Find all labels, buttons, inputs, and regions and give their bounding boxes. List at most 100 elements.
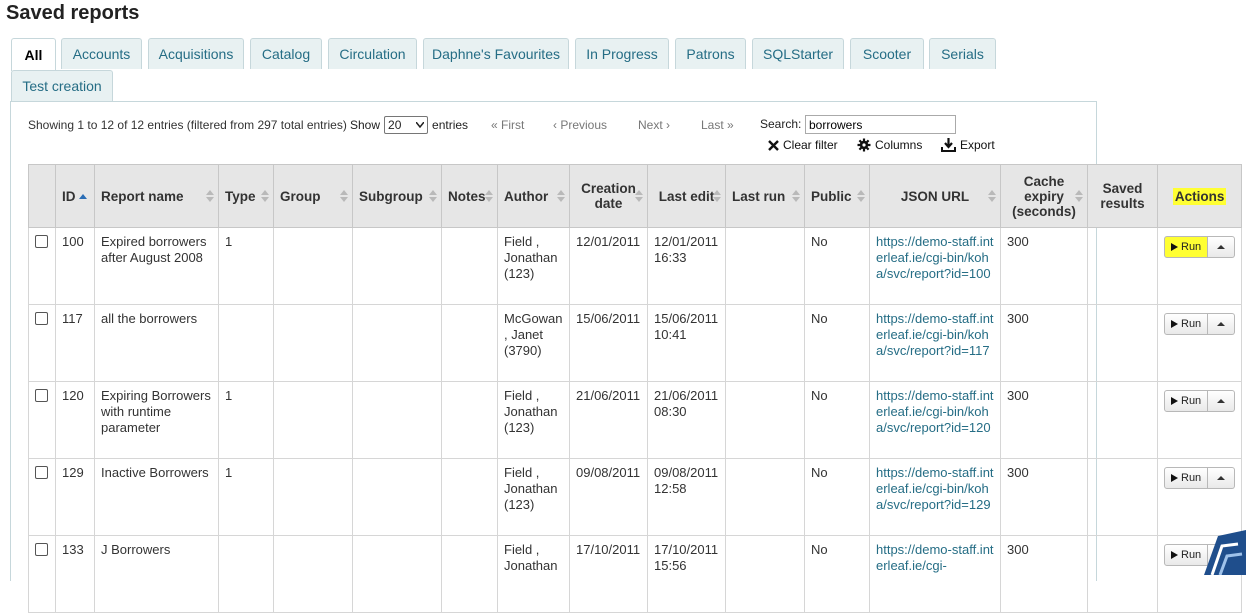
json-url-link[interactable]: https://demo-staff.interleaf.ie/cgi-bin/… [876,311,994,358]
sort-ascending-icon [78,193,87,199]
column-header-report-name[interactable]: Report name [94,164,219,228]
last-run-cell [725,535,805,613]
row-checkbox[interactable] [35,389,48,402]
column-header-json-url[interactable]: JSON URL [869,164,1001,228]
tab-all[interactable]: All [11,38,56,71]
column-label: Author [504,188,549,204]
run-button-group: Run [1164,236,1236,258]
column-header-last-edit[interactable]: Last edit [647,164,726,228]
pager-previous[interactable]: ‹ Previous [553,118,607,132]
saved-results-cell [1087,304,1158,382]
last-edit-cell: 17/10/2011 15:56 [647,535,726,613]
tab-scooter[interactable]: Scooter [850,38,924,69]
type-cell: 1 [218,227,274,305]
tab-serials[interactable]: Serials [929,38,996,69]
json-url-link[interactable]: https://demo-staff.interleaf.ie/cgi-bin/… [876,465,994,512]
page-title: Saved reports [6,2,140,24]
notes-cell [441,304,498,382]
cache-expiry-cell: 300 [1000,381,1088,459]
tab-circulation[interactable]: Circulation [328,38,417,69]
pager-last[interactable]: Last » [701,118,734,132]
column-header-type[interactable]: Type [218,164,274,228]
tab-patrons[interactable]: Patrons [675,38,746,69]
caret-up-icon [1217,245,1226,249]
columns-button[interactable]: Columns [857,138,922,152]
json-url-link[interactable]: https://demo-staff.interleaf.ie/cgi- [876,542,994,573]
pager-next[interactable]: Next › [638,118,670,132]
column-label: Subgroup [359,188,423,204]
column-header-id[interactable]: ID [55,164,95,228]
cache-expiry-cell: 300 [1000,227,1088,305]
run-options-toggle[interactable] [1208,236,1236,258]
run-options-toggle[interactable] [1208,467,1236,489]
row-checkbox[interactable] [35,543,48,556]
run-button[interactable]: Run [1164,313,1209,335]
row-checkbox[interactable] [35,466,48,479]
last-run-cell [725,458,805,536]
creation-date-cell: 15/06/2011 [569,304,648,382]
json-url-cell: https://demo-staff.interleaf.ie/cgi-bin/… [869,304,1001,382]
id-cell: 120 [55,381,95,459]
actions-cell: Run [1156,381,1243,459]
json-url-link[interactable]: https://demo-staff.interleaf.ie/cgi-bin/… [876,388,994,435]
column-header-creation-date[interactable]: Creation date [569,164,648,228]
table-info: Showing 1 to 12 of 12 entries (filtered … [28,118,347,132]
last-run-cell [725,227,805,305]
row-checkbox[interactable] [35,312,48,325]
tab-daphnes-favourites[interactable]: Daphne's Favourites [423,38,569,69]
page-length-select[interactable]: 20 [384,116,429,134]
column-label: Type [225,188,256,204]
json-url-cell: https://demo-staff.interleaf.ie/cgi- [869,535,1001,613]
run-button[interactable]: Run [1164,236,1209,258]
column-header-notes[interactable]: Notes [441,164,498,228]
page-length-control: Show 20 entries [350,116,468,134]
group-cell [273,535,353,613]
json-url-cell: https://demo-staff.interleaf.ie/cgi-bin/… [869,227,1001,305]
table-row: 100 Expired borrowers after August 2008 … [28,227,1243,305]
column-header-saved-results[interactable]: Saved results [1087,164,1158,228]
author-cell: Field , Jonathan (123) [497,227,570,305]
tab-acquisitions[interactable]: Acquisitions [148,38,244,69]
column-header-subgroup[interactable]: Subgroup [352,164,442,228]
column-header-cache-expiry[interactable]: Cache expiry (seconds) [1000,164,1088,228]
play-icon [1171,474,1178,482]
column-label: Last edit [658,188,715,204]
pager-first[interactable]: « First [491,118,524,132]
report-name-cell: J Borrowers [94,535,219,613]
json-url-link[interactable]: https://demo-staff.interleaf.ie/cgi-bin/… [876,234,994,281]
column-header-group[interactable]: Group [273,164,353,228]
row-select-cell [28,381,56,459]
run-button[interactable]: Run [1164,390,1209,412]
search-input[interactable] [805,115,956,134]
tab-in-progress[interactable]: In Progress [575,38,669,69]
tab-sqlstarter[interactable]: SQLStarter [752,38,844,69]
tab-accounts[interactable]: Accounts [61,38,142,69]
column-header-public[interactable]: Public [804,164,870,228]
table-row: 129 Inactive Borrowers 1 Field , Jonatha… [28,458,1243,536]
row-checkbox[interactable] [35,235,48,248]
caret-up-icon [1217,322,1226,326]
creation-date-cell: 17/10/2011 [569,535,648,613]
export-button[interactable]: Export [941,138,995,152]
run-button[interactable]: Run [1164,467,1209,489]
clear-filter-button[interactable]: Clear filter [768,138,838,152]
cache-expiry-cell: 300 [1000,304,1088,382]
column-header-author[interactable]: Author [497,164,570,228]
group-cell [273,381,353,459]
column-label: ID [62,188,76,204]
tab-test-creation[interactable]: Test creation [11,70,113,101]
table-row: 133 J Borrowers Field , Jonathan 17/10/2… [28,535,1243,613]
run-options-toggle[interactable] [1208,313,1236,335]
saved-results-cell [1087,381,1158,459]
group-cell [273,304,353,382]
id-cell: 100 [55,227,95,305]
public-cell: No [804,458,870,536]
run-options-toggle[interactable] [1208,390,1236,412]
last-edit-cell: 12/01/2011 16:33 [647,227,726,305]
last-edit-cell: 09/08/2011 12:58 [647,458,726,536]
column-label: Public [811,188,852,204]
notes-cell [441,458,498,536]
column-header-last-run[interactable]: Last run [725,164,805,228]
tab-catalog[interactable]: Catalog [250,38,322,69]
report-name-cell: Expiring Borrowers with runtime paramete… [94,381,219,459]
